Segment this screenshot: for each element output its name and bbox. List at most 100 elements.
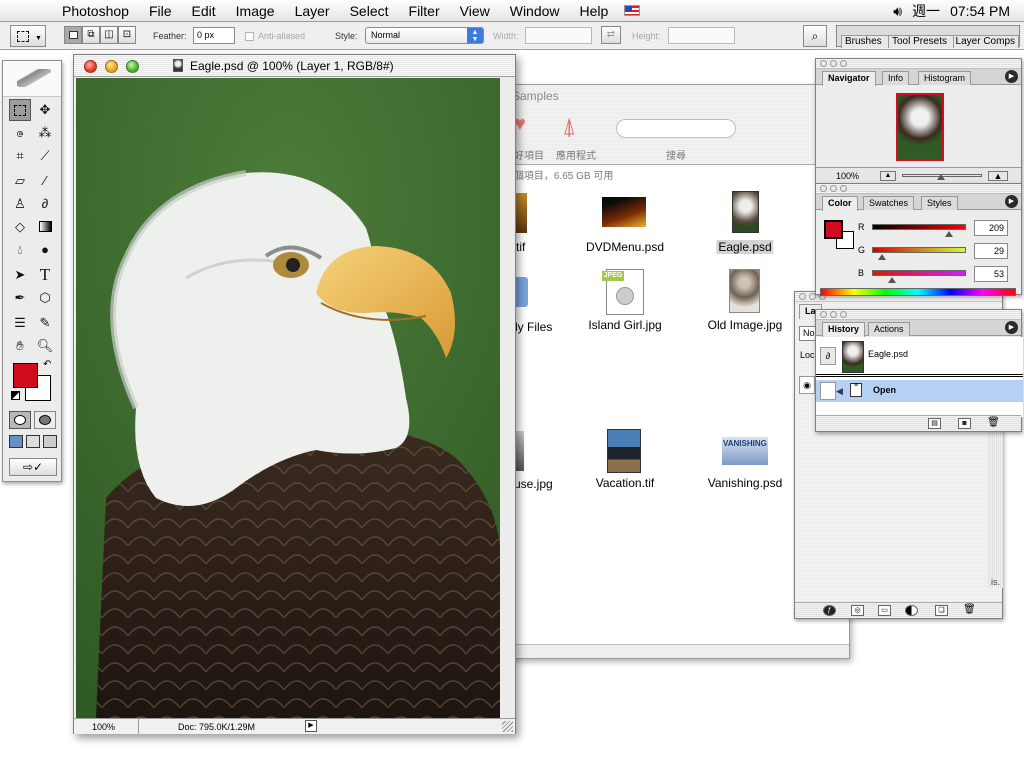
zoom-level-field[interactable]: 100% <box>92 722 115 732</box>
type-tool[interactable]: T <box>34 264 56 286</box>
tab-history[interactable]: History <box>822 322 866 337</box>
file-label-vanishing[interactable]: Vanishing.psd <box>708 476 783 490</box>
history-palette[interactable]: History Actions ▶ ∂ Eagle.psd ◀ ≡ Open ▤… <box>815 309 1023 432</box>
foreground-color-swatch[interactable] <box>13 363 38 388</box>
color-palette-grip[interactable] <box>816 184 1021 194</box>
style-select[interactable]: Normal ▲ ▼ <box>365 27 484 44</box>
menu-edit[interactable]: Edit <box>182 0 226 22</box>
finder-search-field[interactable] <box>616 119 736 138</box>
layer-visibility-eye-icon[interactable]: ◉ <box>799 376 815 394</box>
history-state-slider-icon[interactable]: ◀ <box>836 386 843 397</box>
standard-mode-button[interactable] <box>9 411 31 429</box>
palette-close-icon[interactable] <box>820 185 827 192</box>
brush-tool[interactable]: ∕ <box>34 170 56 192</box>
palette-close-icon[interactable] <box>799 293 806 300</box>
tab-navigator[interactable]: Navigator <box>822 71 876 86</box>
channel-slider-thumb[interactable] <box>945 231 954 237</box>
channel-slider-thumb[interactable] <box>878 254 887 260</box>
gradient-tool[interactable] <box>34 216 56 238</box>
file-label-eagle[interactable]: Eagle.psd <box>716 240 774 254</box>
channel-slider-track[interactable] <box>872 247 966 253</box>
document-proxy-icon[interactable] <box>173 59 183 72</box>
file-label-partial-2[interactable]: dy Files <box>511 320 552 334</box>
selection-intersect-button[interactable]: ⊡ <box>118 26 136 44</box>
feather-input[interactable]: 0 px <box>193 27 235 44</box>
applications-icon[interactable]: ⍋ <box>562 114 592 140</box>
history-brush-source-icon[interactable]: ∂ <box>820 347 836 365</box>
file-label-partial-1[interactable]: tif <box>516 240 525 254</box>
file-label-old-image[interactable]: Old Image.jpg <box>708 318 783 332</box>
navigator-palette-grip[interactable] <box>816 59 1021 69</box>
quick-mask-button[interactable] <box>34 411 56 429</box>
palette-zoom-icon[interactable] <box>840 60 847 67</box>
navigator-menu-icon[interactable]: ▶ <box>1005 70 1018 83</box>
file-browser-button[interactable]: ⌕ <box>803 25 827 47</box>
history-state-source-box[interactable] <box>820 382 836 400</box>
blur-tool[interactable]: 💧︎ <box>9 239 31 261</box>
volume-icon[interactable]: 🔊︎ <box>893 0 902 22</box>
image-canvas[interactable] <box>76 78 500 718</box>
new-layer-button[interactable]: ❏ <box>935 605 948 616</box>
notes-tool[interactable]: ☰ <box>9 312 31 334</box>
swap-width-height-button[interactable]: ⇄ <box>601 26 621 44</box>
crop-tool[interactable]: ⌗ <box>9 145 31 167</box>
selection-subtract-button[interactable]: ◫ <box>100 26 118 44</box>
navigator-palette[interactable]: Navigator Info Histogram ▶ 100% ▲ ▲ <box>815 58 1022 184</box>
screen-mode-full-menu[interactable] <box>26 435 40 448</box>
status-menu-button[interactable]: ▶ <box>305 720 317 732</box>
palette-minimize-icon[interactable] <box>830 60 837 67</box>
color-palette[interactable]: Color Swatches Styles ▶ R 209 G 29 B 53 <box>815 183 1022 296</box>
palette-zoom-icon[interactable] <box>840 311 847 318</box>
file-icon-eagle[interactable] <box>732 191 759 233</box>
shape-tool[interactable]: ⬡ <box>34 287 56 309</box>
menu-photoshop[interactable]: Photoshop <box>52 0 139 22</box>
zoom-out-icon[interactable]: ▲ <box>880 171 896 181</box>
finder-toolbar-applications[interactable]: 應用程式 <box>556 147 596 162</box>
menu-layer[interactable]: Layer <box>285 0 340 22</box>
tab-swatches[interactable]: Swatches <box>863 196 915 210</box>
file-label-island-girl[interactable]: Island Girl.jpg <box>588 318 661 332</box>
well-tab-tool-presets[interactable]: Tool Presets <box>888 35 954 48</box>
folder-icon-partial[interactable] <box>514 277 528 307</box>
healing-brush-tool[interactable]: ▱ <box>9 170 31 192</box>
move-tool[interactable]: ✥ <box>34 99 56 121</box>
clock-day[interactable]: 週一 <box>912 0 940 22</box>
palette-close-icon[interactable] <box>820 60 827 67</box>
color-ramp[interactable] <box>820 288 1016 296</box>
palette-minimize-icon[interactable] <box>830 185 837 192</box>
minimize-button[interactable] <box>105 60 118 73</box>
navigator-zoom-thumb[interactable] <box>937 174 945 180</box>
width-input[interactable] <box>525 27 592 44</box>
color-menu-icon[interactable]: ▶ <box>1005 195 1018 208</box>
lasso-tool[interactable]: ဇ <box>9 122 31 144</box>
new-group-button[interactable]: ▭ <box>878 605 891 616</box>
path-selection-tool[interactable]: ➤ <box>9 264 31 286</box>
file-icon-old-image[interactable] <box>729 269 760 313</box>
eraser-tool[interactable]: ◇ <box>9 216 31 238</box>
apple-menu-icon[interactable] <box>20 2 38 20</box>
tab-actions[interactable]: Actions <box>868 322 910 336</box>
dodge-tool[interactable]: ● <box>34 239 56 261</box>
layer-style-button[interactable]: ƒ <box>823 605 836 616</box>
file-icon-island-girl[interactable]: JPEG <box>602 269 646 315</box>
well-tab-brushes[interactable]: Brushes <box>841 35 889 48</box>
clone-stamp-tool[interactable]: ♙ <box>9 193 31 215</box>
favorites-heart-icon[interactable]: ♥ <box>514 114 534 134</box>
history-state-row[interactable]: ◀ ≡ Open <box>816 380 1023 402</box>
history-palette-grip[interactable] <box>816 310 1021 320</box>
tab-info[interactable]: Info <box>882 71 910 85</box>
navigator-thumbnail[interactable] <box>896 93 944 161</box>
zoom-button[interactable] <box>126 60 139 73</box>
tab-styles[interactable]: Styles <box>921 196 958 210</box>
channel-slider-track[interactable] <box>872 224 966 230</box>
tab-color[interactable]: Color <box>822 196 858 211</box>
eyedropper-tool[interactable]: ✎ <box>34 312 56 334</box>
delete-layer-button[interactable]: 🗑︎ <box>963 605 976 616</box>
file-icon-dvdmenu[interactable] <box>602 197 646 227</box>
history-snapshot-row[interactable]: ∂ Eagle.psd <box>816 337 1023 377</box>
document-titlebar[interactable]: Eagle.psd @ 100% (Layer 1, RGB/8#) <box>74 55 515 77</box>
well-tab-layer-comps[interactable]: Layer Comps <box>953 35 1019 48</box>
magic-wand-tool[interactable]: ⁂ <box>34 122 56 144</box>
palette-minimize-icon[interactable] <box>830 311 837 318</box>
tab-histogram[interactable]: Histogram <box>918 71 972 85</box>
